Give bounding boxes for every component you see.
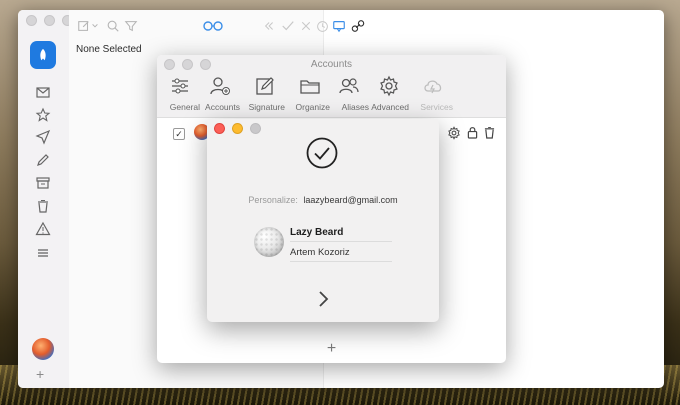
tab-organize[interactable]: Organize <box>290 75 330 115</box>
sheet-zoom-button[interactable] <box>250 123 261 134</box>
none-selected-label: None Selected <box>76 44 142 55</box>
tab-accounts[interactable]: Accounts <box>200 75 240 115</box>
sliders-icon <box>172 78 188 94</box>
dialog-title: Accounts <box>310 59 353 70</box>
profile-picture[interactable] <box>254 227 284 257</box>
tab-aliases[interactable]: Aliases <box>329 75 369 115</box>
pencil-square-icon <box>256 77 274 95</box>
personalize-line: Personalize: laazybeard@gmail.com <box>207 195 439 205</box>
send-icon[interactable] <box>34 128 52 146</box>
pencil-icon[interactable] <box>34 151 52 169</box>
reply-all-icon[interactable] <box>262 18 278 34</box>
people-icon <box>339 78 359 94</box>
checkmark-icon[interactable] <box>280 18 296 34</box>
sheet-window-controls <box>214 123 261 134</box>
folder-icon <box>300 80 320 94</box>
add-account-button[interactable]: + <box>36 366 44 382</box>
display-name-field[interactable]: Lazy Beard <box>290 227 392 242</box>
account-enabled-checkbox[interactable]: ✓ <box>173 128 185 140</box>
star-icon[interactable] <box>34 106 52 124</box>
tab-services[interactable]: Services <box>413 75 453 115</box>
menu-icon[interactable] <box>34 244 52 262</box>
tab-advanced[interactable]: Advanced <box>369 75 409 115</box>
tab-general[interactable]: General <box>160 75 200 115</box>
message-view-icon[interactable] <box>331 18 347 34</box>
window-controls <box>26 15 73 26</box>
glasses-icon[interactable] <box>202 18 224 34</box>
clock-icon[interactable] <box>314 18 330 34</box>
filter-icon[interactable] <box>123 18 139 34</box>
next-chevron-icon[interactable] <box>313 289 333 309</box>
archive-icon[interactable] <box>34 174 52 192</box>
app-logo-icon <box>30 41 56 69</box>
inbox-icon[interactable] <box>34 83 52 101</box>
close-window-button[interactable] <box>26 15 37 26</box>
sheet-close-button[interactable] <box>214 123 225 134</box>
link-icon[interactable] <box>350 18 366 34</box>
lock-icon[interactable] <box>467 126 479 140</box>
account-email: laazybeard@gmail.com <box>303 195 398 205</box>
account-avatar[interactable] <box>32 338 54 360</box>
account-settings-gear-icon[interactable] <box>447 126 461 140</box>
add-account-plus-button[interactable]: + <box>157 340 506 358</box>
success-check-icon <box>306 137 338 169</box>
personalize-label: Personalize: <box>248 195 298 205</box>
search-icon[interactable] <box>105 18 121 34</box>
spam-warning-icon[interactable] <box>34 220 52 238</box>
cloud-bolt-icon <box>424 80 442 94</box>
minimize-window-button[interactable] <box>44 15 55 26</box>
full-name-field[interactable]: Artem Kozoriz <box>290 247 392 262</box>
tab-signature[interactable]: Signature <box>245 75 285 115</box>
chevron-down-icon[interactable] <box>90 18 100 34</box>
sidebar: + <box>18 10 73 388</box>
sheet-minimize-button[interactable] <box>232 123 243 134</box>
trash-icon[interactable] <box>34 197 52 215</box>
accounts-toolbar: Accounts General Accounts Signature Orga… <box>157 55 506 118</box>
account-setup-sheet: Personalize: laazybeard@gmail.com Lazy B… <box>207 119 439 322</box>
close-icon[interactable] <box>298 18 314 34</box>
user-add-icon <box>210 77 230 95</box>
delete-account-trash-icon[interactable] <box>484 126 496 140</box>
gear-icon <box>380 75 398 97</box>
